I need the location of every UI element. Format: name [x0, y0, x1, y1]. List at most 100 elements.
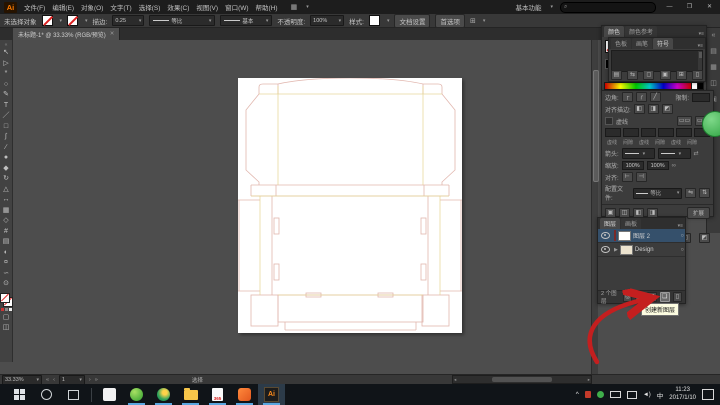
- symbols-scrollbar[interactable]: [698, 51, 702, 71]
- horizontal-scrollbar[interactable]: ◂ ▸: [452, 375, 592, 384]
- stroke-swatch[interactable]: [67, 15, 78, 26]
- flip-across-icon[interactable]: ⇅: [699, 188, 710, 198]
- last-artboard-icon[interactable]: »: [95, 377, 98, 383]
- tab-swatches[interactable]: 色板: [611, 38, 631, 49]
- workspace-switcher[interactable]: 基本功能: [515, 2, 541, 12]
- taskbar-app-1[interactable]: [96, 384, 123, 405]
- arrange-documents-icon[interactable]: ▦: [291, 3, 298, 11]
- blob-brush-tool-icon[interactable]: ●: [1, 153, 12, 164]
- layer-1-target-icon[interactable]: ○: [681, 233, 684, 239]
- fill-caret-icon[interactable]: ▾: [60, 18, 63, 24]
- tray-green-icon[interactable]: [597, 391, 604, 398]
- scale-tool-icon[interactable]: △: [1, 185, 12, 196]
- tab-color[interactable]: 颜色: [604, 26, 624, 37]
- document-tab-close-icon[interactable]: ✕: [110, 31, 115, 37]
- menu-object[interactable]: 对象(O): [81, 2, 103, 12]
- delete-symbol-icon[interactable]: ▯: [692, 70, 703, 80]
- layer-2-name[interactable]: Design: [635, 247, 654, 253]
- symbol-libraries-icon[interactable]: ▤: [611, 70, 622, 80]
- dock-symbols-icon[interactable]: ◫: [710, 79, 717, 87]
- tray-battery-icon[interactable]: [610, 391, 621, 398]
- menu-effect[interactable]: 效果(C): [167, 2, 189, 12]
- layers-panel-menu-icon[interactable]: ▾≡: [678, 223, 683, 229]
- type-tool-icon[interactable]: T: [1, 101, 12, 112]
- expand-triangle-icon[interactable]: ▶: [614, 247, 618, 253]
- align-center-icon[interactable]: ◧: [634, 104, 645, 114]
- stroke-weight-label[interactable]: 描边:: [93, 16, 108, 26]
- menu-type[interactable]: 文字(T): [110, 2, 131, 12]
- symbol-options-icon[interactable]: ▣: [660, 70, 671, 80]
- break-link-icon[interactable]: ◻: [643, 70, 654, 80]
- arrow-align-tip-icon[interactable]: ⊢: [622, 172, 633, 182]
- tab-artboards[interactable]: 画板: [621, 218, 641, 229]
- menu-window[interactable]: 窗口(W): [225, 2, 248, 12]
- align-inside-icon[interactable]: ◨: [648, 104, 659, 114]
- color-spectrum-bar[interactable]: [604, 82, 692, 90]
- profile-select[interactable]: 等比 ▾: [633, 188, 682, 199]
- selection-tool-icon[interactable]: ↖: [1, 48, 12, 59]
- align-outside-icon[interactable]: ◩: [662, 104, 673, 114]
- eyedropper-tool-icon[interactable]: ◐: [1, 248, 12, 259]
- dash-input-2[interactable]: [641, 128, 657, 137]
- opacity-label[interactable]: 不透明度:: [277, 16, 305, 26]
- menu-select[interactable]: 选择(S): [139, 2, 161, 12]
- brush-definition-select[interactable]: 基本 ▾: [220, 15, 272, 26]
- tray-volume-icon[interactable]: ◄): [643, 392, 651, 398]
- search-input[interactable]: ⌕: [560, 2, 656, 13]
- tray-display-icon[interactable]: [627, 391, 637, 399]
- layer-2-thumbnail[interactable]: [620, 245, 633, 255]
- arrowhead-start-select[interactable]: ▾: [622, 148, 655, 159]
- flip-along-icon[interactable]: ⇋: [685, 188, 696, 198]
- link-scale-icon[interactable]: ∞: [672, 163, 676, 169]
- arrow-scale-end-input[interactable]: 100%: [647, 161, 669, 170]
- miter-join-icon[interactable]: ┌: [622, 92, 633, 102]
- document-tab[interactable]: 未标题-1* @ 33.33% (RGB/预览) ✕: [13, 28, 120, 40]
- symbols-panel-menu-icon[interactable]: ▾≡: [698, 43, 703, 49]
- layer-1-thumbnail[interactable]: [618, 231, 631, 241]
- miter-limit-input[interactable]: [692, 93, 710, 102]
- minus-back-icon[interactable]: ◩: [699, 233, 710, 243]
- menu-view[interactable]: 视图(V): [196, 2, 218, 12]
- opacity-input[interactable]: 100%▾: [310, 15, 344, 26]
- toolbar-fill-color-swatch[interactable]: [0, 293, 10, 303]
- menu-file[interactable]: 文件(F): [24, 2, 45, 12]
- layer-row-1[interactable]: 图层 2 ○: [598, 229, 685, 243]
- taskbar-clock[interactable]: 11:23 2017/1/10: [669, 387, 696, 403]
- magic-wand-tool-icon[interactable]: *: [1, 69, 12, 80]
- workspace-caret-icon[interactable]: ▾: [550, 4, 553, 10]
- stroke-weight-stepper[interactable]: 0.25▾: [112, 15, 144, 26]
- next-artboard-icon[interactable]: ›: [89, 377, 91, 383]
- scroll-left-icon[interactable]: ◂: [454, 377, 456, 383]
- eraser-tool-icon[interactable]: ◆: [1, 164, 12, 175]
- draw-mode-icon[interactable]: ▢: [1, 313, 12, 324]
- document-setup-button[interactable]: 文档设置: [394, 14, 430, 28]
- close-button[interactable]: ✕: [703, 2, 716, 12]
- vertical-scrollbar-thumb[interactable]: [593, 70, 599, 182]
- shape-builder-tool-icon[interactable]: ◇: [1, 216, 12, 227]
- artboard-navigation-input[interactable]: 1▾: [59, 375, 85, 385]
- zoom-level-select[interactable]: 33.33%▾: [2, 375, 42, 385]
- layer-row-2[interactable]: ▶ Design ○: [598, 243, 685, 257]
- tab-symbols[interactable]: 符号: [653, 38, 673, 49]
- line-segment-tool-icon[interactable]: ／: [1, 111, 12, 122]
- tab-layers[interactable]: 图层: [600, 218, 620, 229]
- lasso-tool-icon[interactable]: ○: [1, 80, 12, 91]
- dash-preserve-icon[interactable]: ▭▭: [677, 116, 692, 126]
- arrow-scale-start-input[interactable]: 100%: [622, 161, 644, 170]
- visibility-eye-icon[interactable]: [601, 232, 610, 239]
- gradient-tool-icon[interactable]: ▤: [1, 237, 12, 248]
- gap-input-2[interactable]: [658, 128, 674, 137]
- taskbar-app-browser-globe[interactable]: [150, 384, 177, 405]
- pencil-tool-icon[interactable]: ∕: [1, 143, 12, 154]
- tab-brushes[interactable]: 画笔: [632, 38, 652, 49]
- dock-swatches-icon[interactable]: ▤: [710, 47, 717, 55]
- mesh-tool-icon[interactable]: #: [1, 227, 12, 238]
- dashed-line-checkbox[interactable]: [605, 117, 613, 125]
- direct-selection-tool-icon[interactable]: ▷: [1, 59, 12, 70]
- expand-button[interactable]: 扩展: [687, 207, 710, 219]
- ime-indicator[interactable]: 中: [657, 390, 664, 400]
- hand-tool-icon[interactable]: ∽: [1, 269, 12, 280]
- taskbar-app-365doc[interactable]: 365: [204, 384, 231, 405]
- fill-swatch[interactable]: [42, 15, 53, 26]
- artboard[interactable]: [238, 78, 462, 333]
